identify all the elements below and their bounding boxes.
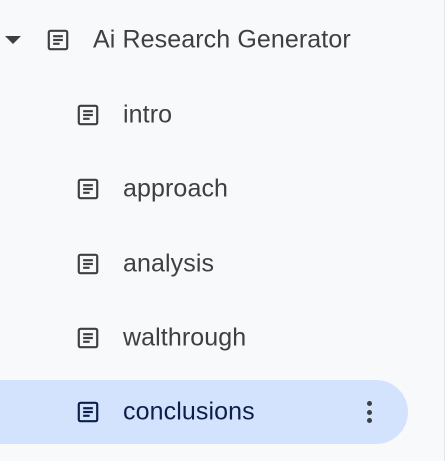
outline-item-approach[interactable]: approach xyxy=(0,157,408,221)
outline-item-conclusions[interactable]: conclusions xyxy=(0,380,408,444)
outline-item-analysis[interactable]: analysis xyxy=(0,232,408,296)
document-icon xyxy=(75,325,101,351)
outline-root-item[interactable]: Ai Research Generator xyxy=(0,8,440,72)
more-dot xyxy=(366,418,372,423)
document-icon xyxy=(75,399,101,425)
outline-item-intro[interactable]: intro xyxy=(0,83,408,147)
document-icon xyxy=(75,176,101,202)
panel-edge xyxy=(444,0,448,461)
outline-item-label: analysis xyxy=(123,249,215,278)
outline-root-label: Ai Research Generator xyxy=(93,25,351,54)
outline-item-walthrough[interactable]: walthrough xyxy=(0,306,408,370)
more-dot xyxy=(366,409,372,415)
outline-item-label: walthrough xyxy=(123,323,247,352)
outline-item-label: intro xyxy=(123,100,173,129)
document-icon xyxy=(45,27,71,53)
outline-item-label: approach xyxy=(123,174,229,203)
more-dot xyxy=(366,401,372,406)
expand-caret-icon[interactable] xyxy=(5,36,21,44)
document-icon xyxy=(75,251,101,277)
outline-item-label: conclusions xyxy=(123,397,255,426)
document-icon xyxy=(75,102,101,128)
more-options-icon[interactable] xyxy=(362,398,376,426)
